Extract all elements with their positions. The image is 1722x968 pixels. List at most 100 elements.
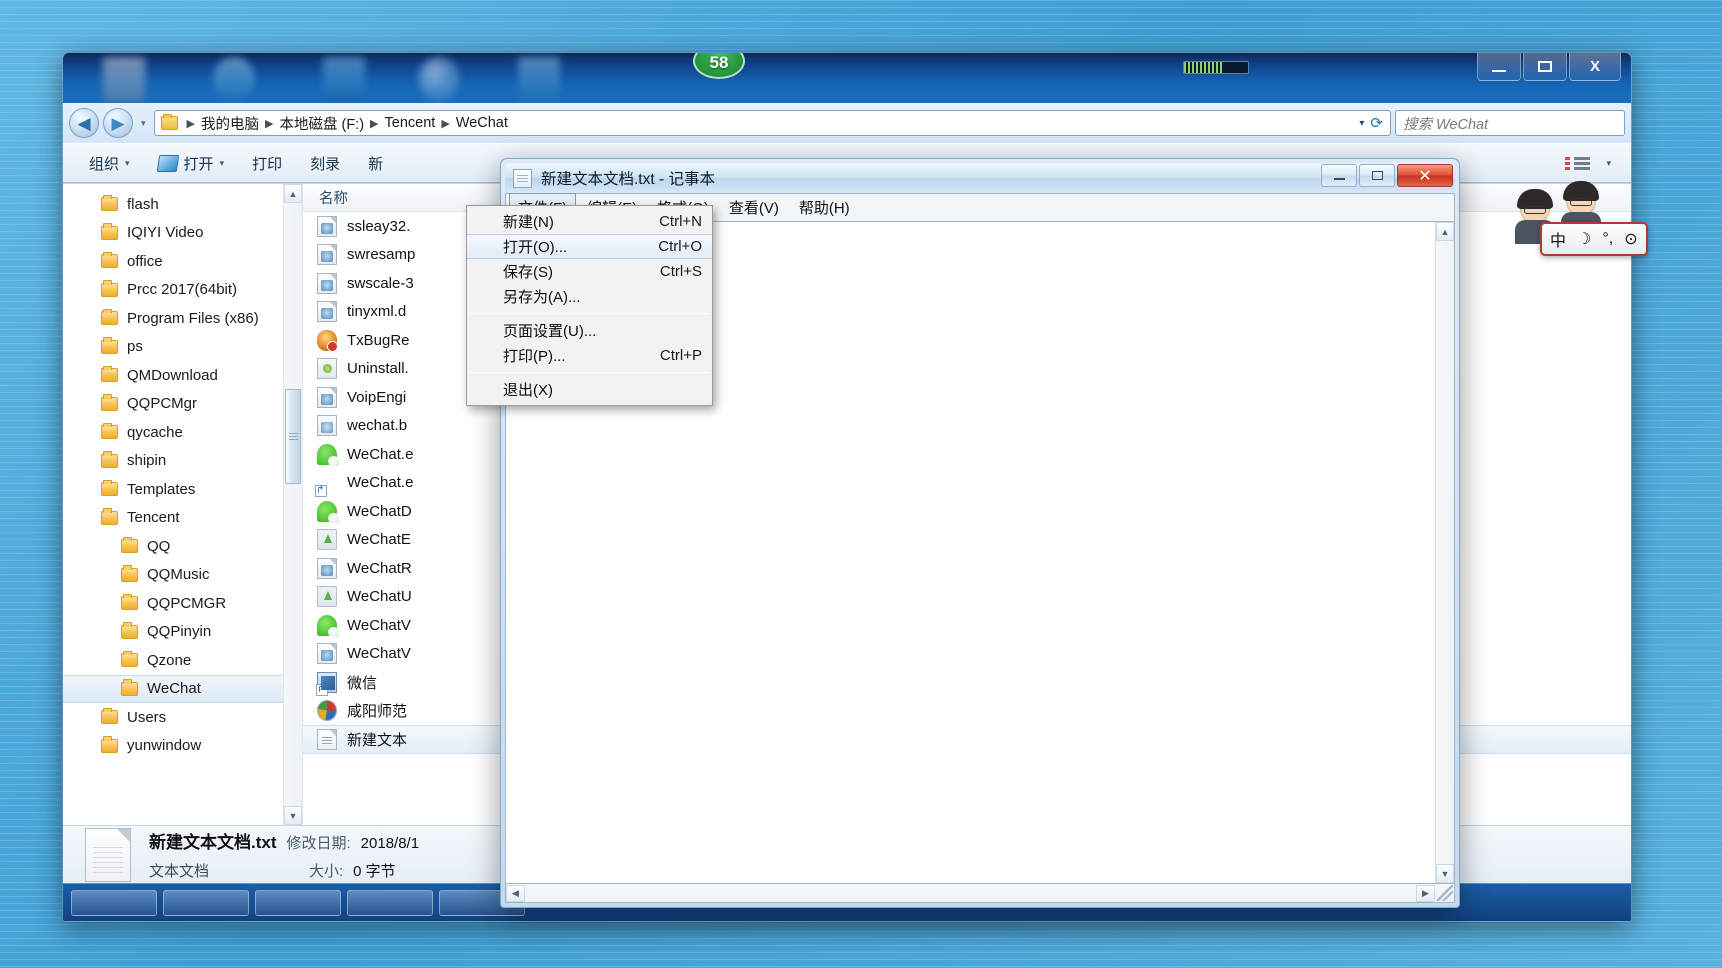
tree-item-qmdownload[interactable]: QMDownload xyxy=(63,361,302,390)
file-menu-item-label: 打印(P)... xyxy=(503,348,566,365)
file-menu-item[interactable]: 保存(S) Ctrl+S xyxy=(467,259,712,284)
address-bar[interactable]: ▶ 我的电脑 ▶ 本地磁盘 (F:) ▶ Tencent ▶ WeChat ▾ … xyxy=(153,110,1391,136)
doc-icon xyxy=(317,244,337,266)
scroll-down-arrow[interactable]: ▼ xyxy=(284,806,302,825)
tree-item-qqpinyin[interactable]: QQPinyin xyxy=(63,618,302,647)
upfolder-icon xyxy=(317,529,337,551)
organize-button[interactable]: 组织 ▾ xyxy=(75,149,144,178)
back-button[interactable]: ◀ xyxy=(69,108,99,138)
scroll-up-arrow[interactable]: ▲ xyxy=(1436,222,1454,241)
file-menu-item-shortcut: Ctrl+S xyxy=(659,263,702,280)
tree-item-qq[interactable]: QQ xyxy=(63,532,302,561)
tree-item-qqpcmgr[interactable]: QQPCMGR xyxy=(63,589,302,618)
ime-item-3[interactable]: ⊙ xyxy=(1624,229,1637,249)
forward-button[interactable]: ▶ xyxy=(103,108,133,138)
taskbar-item-2[interactable] xyxy=(163,889,249,916)
scroll-right-arrow[interactable]: ▶ xyxy=(1416,884,1435,902)
chevron-down-icon[interactable]: ▾ xyxy=(1606,158,1611,169)
resize-grip[interactable] xyxy=(1437,885,1453,901)
folder-icon xyxy=(101,251,118,269)
taskbar-item-4[interactable] xyxy=(347,889,433,916)
tree-scrollbar[interactable]: ▲ ▼ xyxy=(283,184,302,825)
chevron-down-icon[interactable]: ▾ xyxy=(1359,118,1364,129)
new-folder-button[interactable]: 新 xyxy=(354,149,397,178)
navigation-pane: flash IQIYI Video office Prcc 2017(64bit) Pr… xyxy=(63,184,303,825)
tree-item-templates[interactable]: Templates xyxy=(63,475,302,504)
folder-icon xyxy=(101,280,118,297)
tree-item-flash[interactable]: flash xyxy=(63,190,302,219)
tree-item-qzone[interactable]: Qzone xyxy=(63,646,302,675)
folder-icon xyxy=(121,593,138,611)
tree-item-qycache[interactable]: qycache xyxy=(63,418,302,447)
tree-item-label: Prcc 2017(64bit) xyxy=(127,281,238,299)
notepad-vertical-scrollbar[interactable]: ▲ ▼ xyxy=(1435,222,1454,883)
open-button[interactable]: 打开 ▾ xyxy=(144,149,239,178)
tree-item-qqpcmgr[interactable]: QQPCMgr xyxy=(63,390,302,419)
notepad-close-button[interactable]: ✕ xyxy=(1397,164,1453,187)
explorer-titlebar[interactable]: 58 X xyxy=(63,53,1631,103)
tree-item-program-files-x86-[interactable]: Program Files (x86) xyxy=(63,304,302,333)
recent-pages-dropdown[interactable]: ▾ xyxy=(137,118,150,129)
search-input[interactable]: 搜索 WeChat xyxy=(1395,110,1625,136)
ime-language-bar[interactable]: 中 ☽ °, ⊙ xyxy=(1540,222,1648,256)
tree-item-iqiyi-video[interactable]: IQIYI Video xyxy=(63,219,302,248)
tree-item-users[interactable]: Users xyxy=(63,703,302,732)
burn-button[interactable]: 刻录 xyxy=(296,149,354,178)
tree-item-office[interactable]: office xyxy=(63,247,302,276)
breadcrumb-item-3[interactable]: WeChat xyxy=(455,115,509,131)
tree-item-label: QQPinyin xyxy=(147,623,212,641)
file-menu-item[interactable]: 退出(X) xyxy=(467,377,712,402)
explorer-maximize-button[interactable] xyxy=(1523,53,1567,81)
taskbar-item-1[interactable] xyxy=(71,889,157,916)
tree-item-yunwindow[interactable]: yunwindow xyxy=(63,732,302,761)
scroll-down-arrow[interactable]: ▼ xyxy=(1436,864,1454,883)
notepad-menu-view[interactable]: 查看(V) xyxy=(720,193,788,222)
tree-item-qqmusic[interactable]: QQMusic xyxy=(63,561,302,590)
tree-item-label: WeChat xyxy=(147,680,201,698)
ime-item-2[interactable]: °, xyxy=(1602,230,1613,248)
notepad-horizontal-scrollbar[interactable]: ◀ ▶ xyxy=(505,884,1455,903)
tree-scroll-thumb[interactable] xyxy=(285,389,301,484)
wechat-shortcut-icon xyxy=(315,472,337,498)
tree-item-ps[interactable]: ps xyxy=(63,333,302,362)
print-button[interactable]: 打印 xyxy=(238,149,296,178)
notepad-titlebar[interactable]: 新建文本文档.txt - 记事本 ✕ xyxy=(505,163,1455,193)
breadcrumb-item-1[interactable]: 本地磁盘 (F:) xyxy=(278,113,365,134)
refresh-icon[interactable]: ⟳ xyxy=(1370,114,1383,132)
taskbar-item-3[interactable] xyxy=(255,889,341,916)
ime-item-1[interactable]: ☽ xyxy=(1577,229,1591,249)
notepad-menu-help[interactable]: 帮助(H) xyxy=(790,193,859,222)
notepad-minimize-button[interactable] xyxy=(1321,164,1357,187)
tree-item-tencent[interactable]: Tencent xyxy=(63,504,302,533)
wechat-icon xyxy=(317,614,339,637)
scroll-left-arrow[interactable]: ◀ xyxy=(506,884,525,902)
file-menu-item[interactable]: 页面设置(U)... xyxy=(467,318,712,343)
details-text-group: 新建文本文档.txt 修改日期: 2018/8/1 文本文档 大小: 0 字节 xyxy=(149,828,419,881)
change-view-icon[interactable] xyxy=(1565,156,1591,170)
file-menu-item[interactable]: 另存为(A)... xyxy=(467,284,712,309)
explorer-minimize-button[interactable] xyxy=(1477,53,1521,81)
breadcrumb-item-0[interactable]: 我的电脑 xyxy=(200,113,260,134)
system-monitor-gadget xyxy=(1183,61,1249,74)
details-size-value: 0 字节 xyxy=(353,863,396,880)
folder-icon xyxy=(101,422,118,440)
tree-item-label: ps xyxy=(127,338,143,356)
titlebar-ghost-icon-3 xyxy=(323,57,365,101)
scroll-up-arrow[interactable]: ▲ xyxy=(284,184,302,203)
explorer-close-button[interactable]: X xyxy=(1569,53,1621,81)
explorer-address-row: ◀ ▶ ▾ ▶ 我的电脑 ▶ 本地磁盘 (F:) ▶ Tencent ▶ WeC… xyxy=(63,103,1631,143)
file-menu-item[interactable]: 打开(O)... Ctrl+O xyxy=(467,234,712,259)
ime-item-0[interactable]: 中 xyxy=(1550,227,1566,251)
notepad-maximize-button[interactable] xyxy=(1359,164,1395,187)
file-name-label: WeChat.e xyxy=(347,445,414,463)
tree-item-label: QQ xyxy=(147,537,171,555)
file-menu-item[interactable]: 打印(P)... Ctrl+P xyxy=(467,343,712,368)
tree-item-wechat[interactable]: WeChat xyxy=(63,674,302,703)
breadcrumb-item-2[interactable]: Tencent xyxy=(384,115,437,131)
file-name-label: WeChatU xyxy=(347,588,412,606)
tree-item-prcc-2017-64bit-[interactable]: Prcc 2017(64bit) xyxy=(63,276,302,305)
file-name-label: swresamp xyxy=(347,246,416,264)
file-menu-item-shortcut: Ctrl+P xyxy=(659,347,702,364)
tree-item-shipin[interactable]: shipin xyxy=(63,447,302,476)
file-menu-item[interactable]: 新建(N) Ctrl+N xyxy=(467,209,712,234)
